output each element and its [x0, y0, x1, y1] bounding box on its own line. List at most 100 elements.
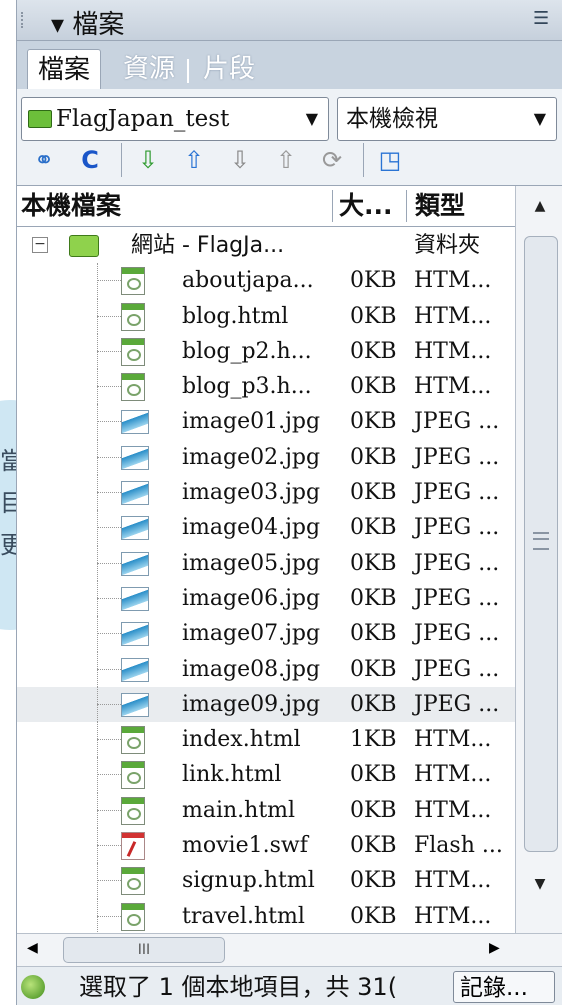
file-row[interactable]: link.html 0KB HTM...	[17, 757, 515, 793]
panel-title-bar[interactable]: ▾ 檔案 ☰	[17, 0, 562, 41]
file-size: 0KB	[350, 550, 397, 576]
log-button[interactable]: 記錄...	[453, 971, 555, 1003]
drag-grip-icon[interactable]	[21, 12, 29, 28]
vertical-scrollbar[interactable]: ▲ ▼	[515, 186, 562, 933]
file-size: 0KB	[350, 444, 397, 470]
file-type: HTM...	[414, 303, 492, 329]
refresh-icon[interactable]: C	[75, 145, 105, 175]
view-select[interactable]: 本機檢視 ▼	[337, 97, 557, 141]
file-row[interactable]: index.html 1KB HTM...	[17, 722, 515, 758]
column-header-size[interactable]: 大...	[339, 186, 393, 226]
file-row[interactable]: image07.jpg 0KB JPEG ...	[17, 616, 515, 652]
file-row[interactable]: image02.jpg 0KB JPEG ...	[17, 439, 515, 476]
file-name: main.html	[182, 797, 296, 823]
jpg-file-icon	[121, 657, 149, 682]
file-row[interactable]: aboutjapa... 0KB HTM...	[17, 263, 515, 299]
column-header-type[interactable]: 類型	[415, 186, 465, 226]
file-type: JPEG ...	[414, 621, 500, 647]
file-row[interactable]: signup.html 0KB HTM...	[17, 863, 515, 899]
horizontal-scrollbar[interactable]: ◀ III ▶	[17, 933, 562, 966]
connect-icon[interactable]: ⚭	[29, 145, 59, 175]
html-file-icon	[121, 373, 145, 402]
tree-branch	[97, 315, 121, 317]
scroll-left-arrow-icon[interactable]: ◀	[27, 940, 38, 956]
root-name: 網站 - FlagJa...	[131, 233, 285, 258]
panel-controls: FlagJapan_test ▼ 本機檢視 ▼ ⚭ C ⇩ ⇧ ⇩ ⇧ ⟳ ◳	[17, 89, 562, 186]
site-folder-icon	[28, 110, 52, 128]
file-name: image03.jpg	[182, 480, 321, 506]
file-row[interactable]: image09.jpg 0KB JPEG ...	[17, 686, 515, 723]
file-row[interactable]: image01.jpg 0KB JPEG ...	[17, 404, 515, 440]
expand-icon[interactable]: ◳	[375, 145, 405, 175]
jpg-file-icon	[121, 586, 149, 611]
file-list: 本機檔案 大... 類型 − 網站 - FlagJa... 資料夾 aboutj…	[17, 186, 562, 934]
synchronize-icon[interactable]: ⟳	[317, 145, 347, 175]
get-icon[interactable]: ⇩	[133, 145, 163, 175]
dropdown-arrow-icon: ▼	[533, 109, 546, 128]
file-name: blog.html	[182, 303, 289, 329]
file-row[interactable]: blog_p2.h... 0KB HTM...	[17, 333, 515, 370]
scroll-right-arrow-icon[interactable]: ▶	[489, 940, 500, 956]
file-name: aboutjapa...	[182, 268, 314, 294]
check-out-icon[interactable]: ⇩	[225, 145, 255, 175]
file-type: Flash ...	[414, 833, 503, 859]
jpg-file-icon	[121, 622, 149, 647]
panel-title[interactable]: ▾ 檔案	[51, 4, 124, 41]
vertical-scroll-thumb[interactable]	[524, 236, 558, 852]
tree-branch	[97, 668, 121, 670]
file-row[interactable]: blog_p3.h... 0KB HTM...	[17, 369, 515, 405]
view-select-value: 本機檢視	[346, 106, 438, 132]
file-size: 0KB	[350, 480, 397, 506]
tab-assets[interactable]: 資源	[113, 49, 185, 89]
file-row[interactable]: image03.jpg 0KB JPEG ...	[17, 475, 515, 511]
file-type: HTM...	[414, 868, 492, 894]
site-select[interactable]: FlagJapan_test ▼	[21, 97, 329, 141]
scroll-up-arrow-icon[interactable]: ▲	[516, 186, 562, 226]
collapse-icon[interactable]: −	[32, 237, 48, 253]
file-type: JPEG ...	[414, 585, 500, 611]
status-bar: 選取了 1 個本地項目，共 31( 記錄...	[17, 966, 562, 1005]
file-type: HTM...	[414, 374, 492, 400]
file-size: 0KB	[350, 797, 397, 823]
site-root-row[interactable]: − 網站 - FlagJa... 資料夾	[17, 228, 515, 263]
file-row[interactable]: image04.jpg 0KB JPEG ...	[17, 510, 515, 546]
file-type: HTM...	[414, 797, 492, 823]
horizontal-scroll-thumb[interactable]: III	[63, 937, 225, 963]
panel-options-menu-icon[interactable]: ☰	[533, 8, 555, 30]
file-row[interactable]: blog.html 0KB HTM...	[17, 298, 515, 334]
file-row[interactable]: image06.jpg 0KB JPEG ...	[17, 580, 515, 617]
file-type: JPEG ...	[414, 480, 500, 506]
file-row[interactable]: image08.jpg 0KB JPEG ...	[17, 651, 515, 687]
column-divider[interactable]	[332, 190, 333, 222]
file-size: 0KB	[350, 691, 397, 717]
file-row[interactable]: main.html 0KB HTM...	[17, 792, 515, 829]
file-row[interactable]: movie1.swf 0KB Flash ...	[17, 828, 515, 864]
file-name: index.html	[182, 727, 301, 753]
file-name: image01.jpg	[182, 409, 321, 435]
file-type: JPEG ...	[414, 444, 500, 470]
jpg-file-icon	[121, 551, 149, 576]
put-icon[interactable]: ⇧	[179, 145, 209, 175]
tree-branch	[97, 421, 121, 423]
check-in-icon[interactable]: ⇧	[271, 145, 301, 175]
tab-snippets[interactable]: 片段	[193, 49, 265, 89]
tab-files[interactable]: 檔案	[27, 49, 102, 90]
file-size: 0KB	[350, 833, 397, 859]
file-row[interactable]: image05.jpg 0KB JPEG ...	[17, 545, 515, 581]
tree-branch	[97, 456, 121, 458]
tree-branch	[97, 809, 121, 811]
file-name: image09.jpg	[182, 691, 321, 717]
tree-branch	[97, 280, 121, 282]
scroll-down-arrow-icon[interactable]: ▼	[516, 864, 562, 904]
html-file-icon	[121, 761, 145, 790]
column-divider[interactable]	[406, 190, 407, 222]
file-type: JPEG ...	[414, 691, 500, 717]
file-row[interactable]: travel.html 0KB HTM...	[17, 898, 515, 934]
file-size: 0KB	[350, 268, 397, 294]
files-panel: ▾ 檔案 ☰ 檔案 資源 片段 FlagJapan_test ▼ 本機檢視 ▼ …	[16, 0, 562, 1005]
file-name: movie1.swf	[182, 833, 308, 859]
file-name: image02.jpg	[182, 444, 321, 470]
panel-tabs: 檔案 資源 片段	[17, 41, 562, 90]
column-header-name[interactable]: 本機檔案	[21, 186, 121, 226]
folder-icon	[69, 235, 99, 257]
